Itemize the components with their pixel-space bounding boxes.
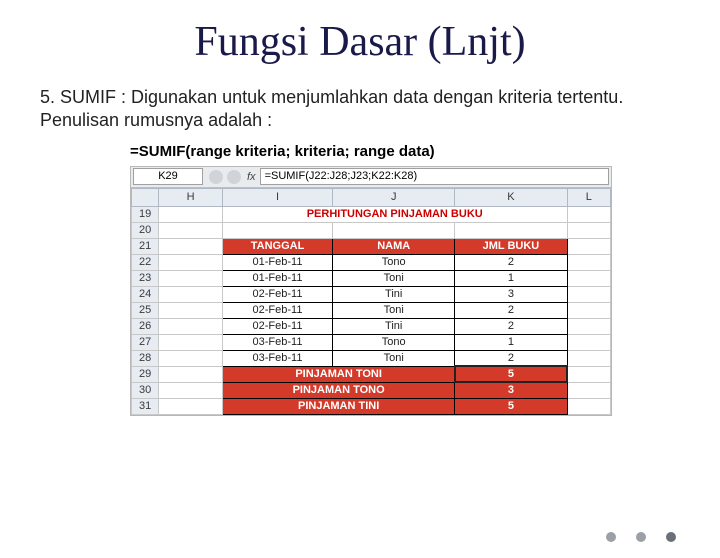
cell-tanggal[interactable]: 03-Feb-11 <box>222 350 332 366</box>
th-jml: JML BUKU <box>455 238 567 254</box>
cell-jml[interactable]: 2 <box>455 254 567 270</box>
cell-jml[interactable]: 1 <box>455 270 567 286</box>
row-header[interactable]: 19 <box>132 206 159 222</box>
cell-nama[interactable]: Toni <box>333 270 455 286</box>
slide-title: Fungsi Dasar (Lnjt) <box>0 18 720 66</box>
cell-jml[interactable]: 2 <box>455 350 567 366</box>
summary-value[interactable]: 5 <box>455 398 567 414</box>
th-nama: NAMA <box>333 238 455 254</box>
table-row: 23 01-Feb-11Toni1 <box>132 270 611 286</box>
name-box[interactable]: K29 <box>133 168 203 185</box>
table-row: 28 03-Feb-11Toni2 <box>132 350 611 366</box>
th-tanggal: TANGGAL <box>222 238 332 254</box>
cancel-icon <box>209 170 223 184</box>
check-icon <box>227 170 241 184</box>
col-header[interactable]: I <box>222 188 332 206</box>
cell-jml[interactable]: 1 <box>455 334 567 350</box>
body-text: 5. SUMIF : Digunakan untuk menjumlahkan … <box>40 86 680 133</box>
cell-tanggal[interactable]: 01-Feb-11 <box>222 270 332 286</box>
table-row: 25 02-Feb-11Toni2 <box>132 302 611 318</box>
summary-label: PINJAMAN TINI <box>222 398 454 414</box>
cell-jml[interactable]: 3 <box>455 286 567 302</box>
cell-tanggal[interactable]: 01-Feb-11 <box>222 254 332 270</box>
row-header[interactable]: 23 <box>132 270 159 286</box>
row-header[interactable]: 29 <box>132 366 159 382</box>
table-row: 30 PINJAMAN TONO3 <box>132 382 611 398</box>
bullet-icon <box>636 532 646 542</box>
bullet-icon <box>606 532 616 542</box>
excel-toolbar: K29 fx =SUMIF(J22:J28;J23;K22:K28) <box>131 167 611 188</box>
row-header[interactable]: 26 <box>132 318 159 334</box>
table-row: 27 03-Feb-11Tono1 <box>132 334 611 350</box>
summary-label: PINJAMAN TONI <box>222 366 454 382</box>
bullet-icon <box>666 532 676 542</box>
summary-value[interactable]: 3 <box>455 382 567 398</box>
table-row: 21 TANGGALNAMAJML BUKU <box>132 238 611 254</box>
cell-nama[interactable]: Tono <box>333 334 455 350</box>
row-header[interactable]: 25 <box>132 302 159 318</box>
column-header-row: H I J K L <box>132 188 611 206</box>
cell-nama[interactable]: Tini <box>333 286 455 302</box>
table-title: PERHITUNGAN PINJAMAN BUKU <box>222 206 567 222</box>
cell-nama[interactable]: Toni <box>333 350 455 366</box>
table-row: 31 PINJAMAN TINI5 <box>132 398 611 414</box>
cell-jml[interactable]: 2 <box>455 318 567 334</box>
col-header[interactable]: K <box>455 188 567 206</box>
summary-value[interactable]: 5 <box>455 366 567 382</box>
table-row: 26 02-Feb-11Tini2 <box>132 318 611 334</box>
table-row: 20 <box>132 222 611 238</box>
row-header[interactable]: 21 <box>132 238 159 254</box>
cell-nama[interactable]: Toni <box>333 302 455 318</box>
cell-nama[interactable]: Tini <box>333 318 455 334</box>
row-header[interactable]: 27 <box>132 334 159 350</box>
fx-icon[interactable]: fx <box>247 171 256 183</box>
table-row: 29 PINJAMAN TONI5 <box>132 366 611 382</box>
table-row: 22 01-Feb-11Tono2 <box>132 254 611 270</box>
row-header[interactable]: 31 <box>132 398 159 414</box>
col-header[interactable]: J <box>333 188 455 206</box>
cell-tanggal[interactable]: 02-Feb-11 <box>222 318 332 334</box>
cell-tanggal[interactable]: 02-Feb-11 <box>222 302 332 318</box>
cell-jml[interactable]: 2 <box>455 302 567 318</box>
row-header[interactable]: 28 <box>132 350 159 366</box>
cell-tanggal[interactable]: 02-Feb-11 <box>222 286 332 302</box>
excel-screenshot: K29 fx =SUMIF(J22:J28;J23;K22:K28) H I J… <box>130 166 612 416</box>
cell-tanggal[interactable]: 03-Feb-11 <box>222 334 332 350</box>
col-header[interactable]: H <box>159 188 223 206</box>
cell-nama[interactable]: Tono <box>333 254 455 270</box>
summary-label: PINJAMAN TONO <box>222 382 454 398</box>
table-row: 19 PERHITUNGAN PINJAMAN BUKU <box>132 206 611 222</box>
spreadsheet-grid[interactable]: H I J K L 19PERHITUNGAN PINJAMAN BUKU202… <box>131 188 611 415</box>
row-header[interactable]: 20 <box>132 222 159 238</box>
formula-bar[interactable]: =SUMIF(J22:J28;J23;K22:K28) <box>260 168 609 185</box>
col-header[interactable]: L <box>567 188 611 206</box>
table-row: 24 02-Feb-11Tini3 <box>132 286 611 302</box>
slide-bullets <box>606 532 676 542</box>
row-header[interactable]: 30 <box>132 382 159 398</box>
row-header[interactable]: 22 <box>132 254 159 270</box>
row-header[interactable]: 24 <box>132 286 159 302</box>
formula-syntax: =SUMIF(range kriteria; kriteria; range d… <box>130 143 720 160</box>
